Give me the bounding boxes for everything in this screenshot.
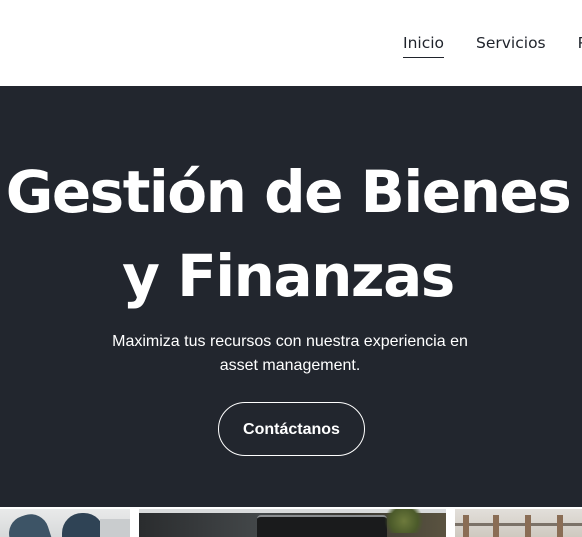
laptop-shape — [257, 515, 387, 537]
page: Inicio Servicios P Gestión de Bienes y F… — [0, 0, 582, 537]
gallery-image-chairs — [0, 509, 130, 537]
column-shape — [525, 515, 531, 537]
hero-section: Gestión de Bienes y Finanzas Maximiza tu… — [0, 86, 582, 507]
nav-item-truncated[interactable]: P — [578, 33, 582, 58]
main-nav: Inicio Servicios P — [403, 33, 582, 58]
wall-shape — [100, 519, 130, 537]
hero-title: Gestión de Bienes y Finanzas — [5, 158, 572, 310]
plant-shape — [379, 509, 429, 533]
column-shape — [463, 515, 469, 537]
gallery-image-laptop — [139, 509, 446, 537]
gallery-image-building — [455, 509, 582, 537]
image-strip — [0, 507, 582, 537]
hero-subtitle: Maximiza tus recursos con nuestra experi… — [112, 333, 468, 374]
nav-item-servicios[interactable]: Servicios — [476, 33, 546, 58]
column-shape — [493, 515, 499, 537]
chair-shape — [4, 509, 52, 537]
column-shape — [557, 515, 563, 537]
contact-button[interactable]: Contáctanos — [218, 402, 365, 456]
chair-shape — [62, 513, 104, 537]
site-header: Inicio Servicios P — [0, 0, 582, 86]
nav-item-inicio[interactable]: Inicio — [403, 33, 445, 58]
